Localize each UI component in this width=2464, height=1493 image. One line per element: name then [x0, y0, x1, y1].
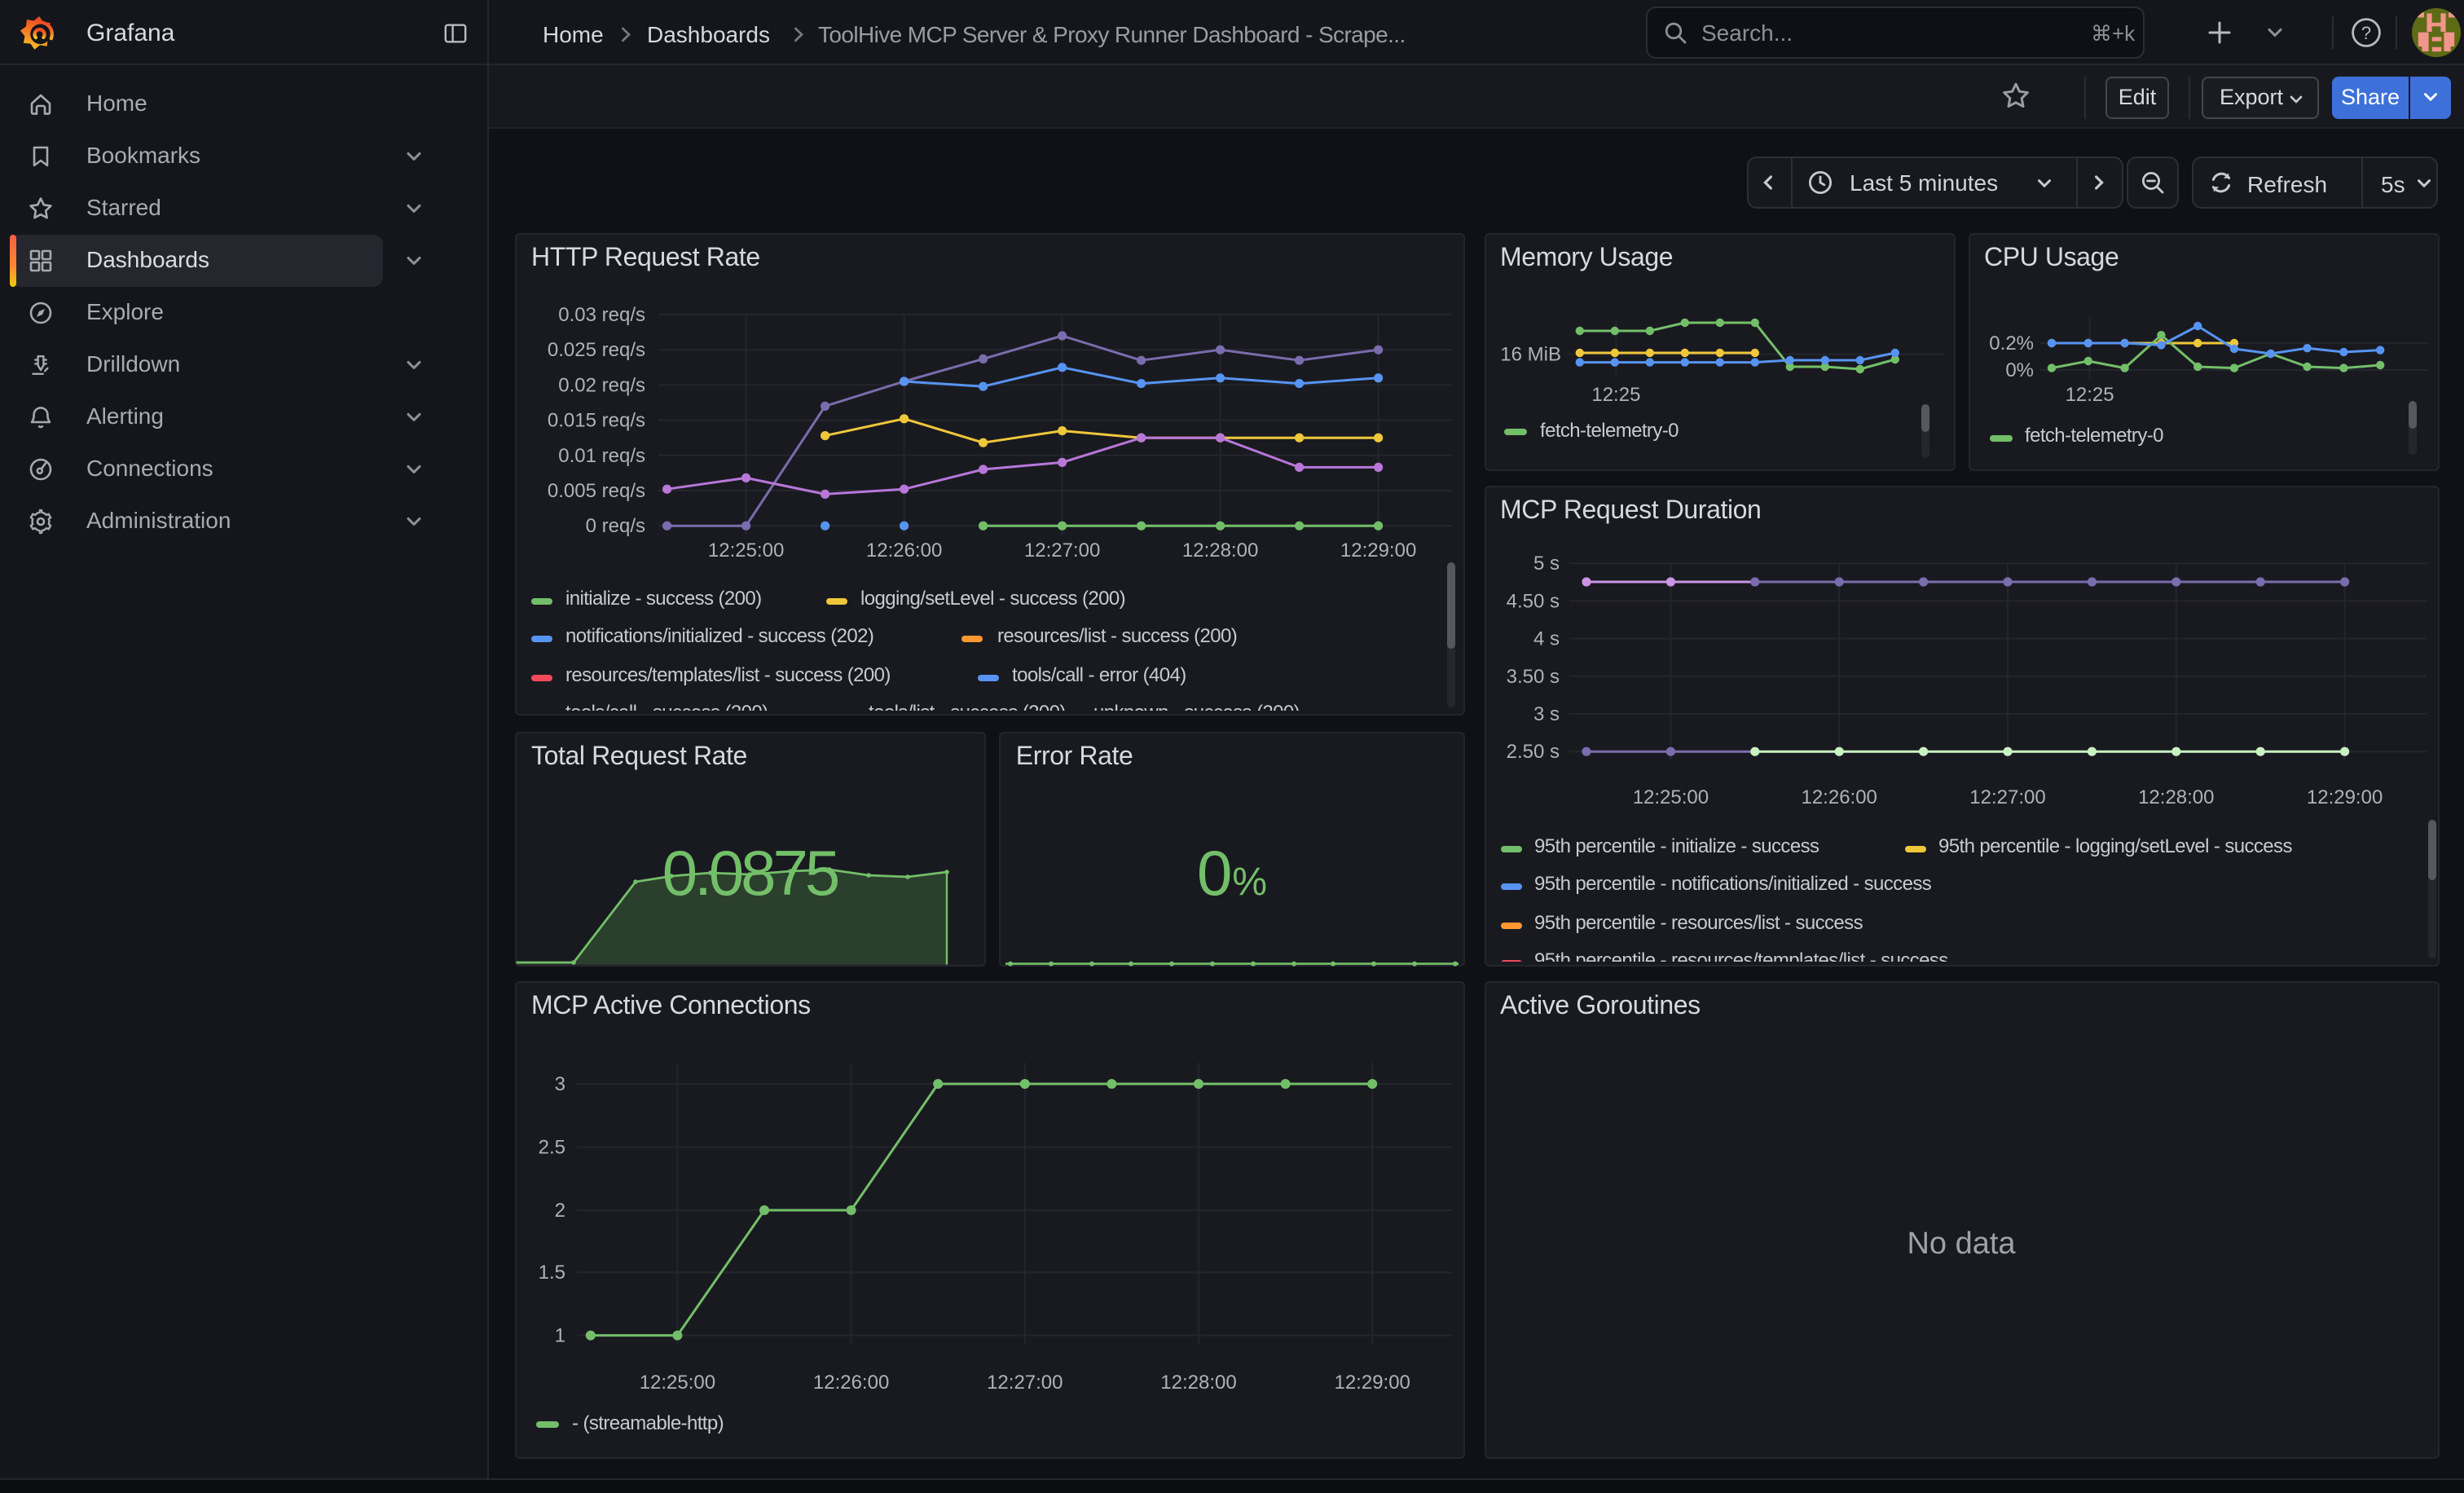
svg-text:12:25:00: 12:25:00 [640, 1372, 715, 1394]
svg-text:3: 3 [555, 1073, 565, 1095]
svg-text:12:26:00: 12:26:00 [813, 1372, 889, 1394]
svg-text:12:28:00: 12:28:00 [1160, 1372, 1236, 1394]
svg-text:1: 1 [555, 1325, 565, 1347]
svg-text:2.5: 2.5 [539, 1137, 565, 1159]
svg-text:12:29:00: 12:29:00 [1334, 1372, 1410, 1394]
svg-text:1.5: 1.5 [539, 1262, 565, 1284]
svg-text:12:27:00: 12:27:00 [987, 1372, 1063, 1394]
svg-text:2: 2 [555, 1200, 565, 1222]
